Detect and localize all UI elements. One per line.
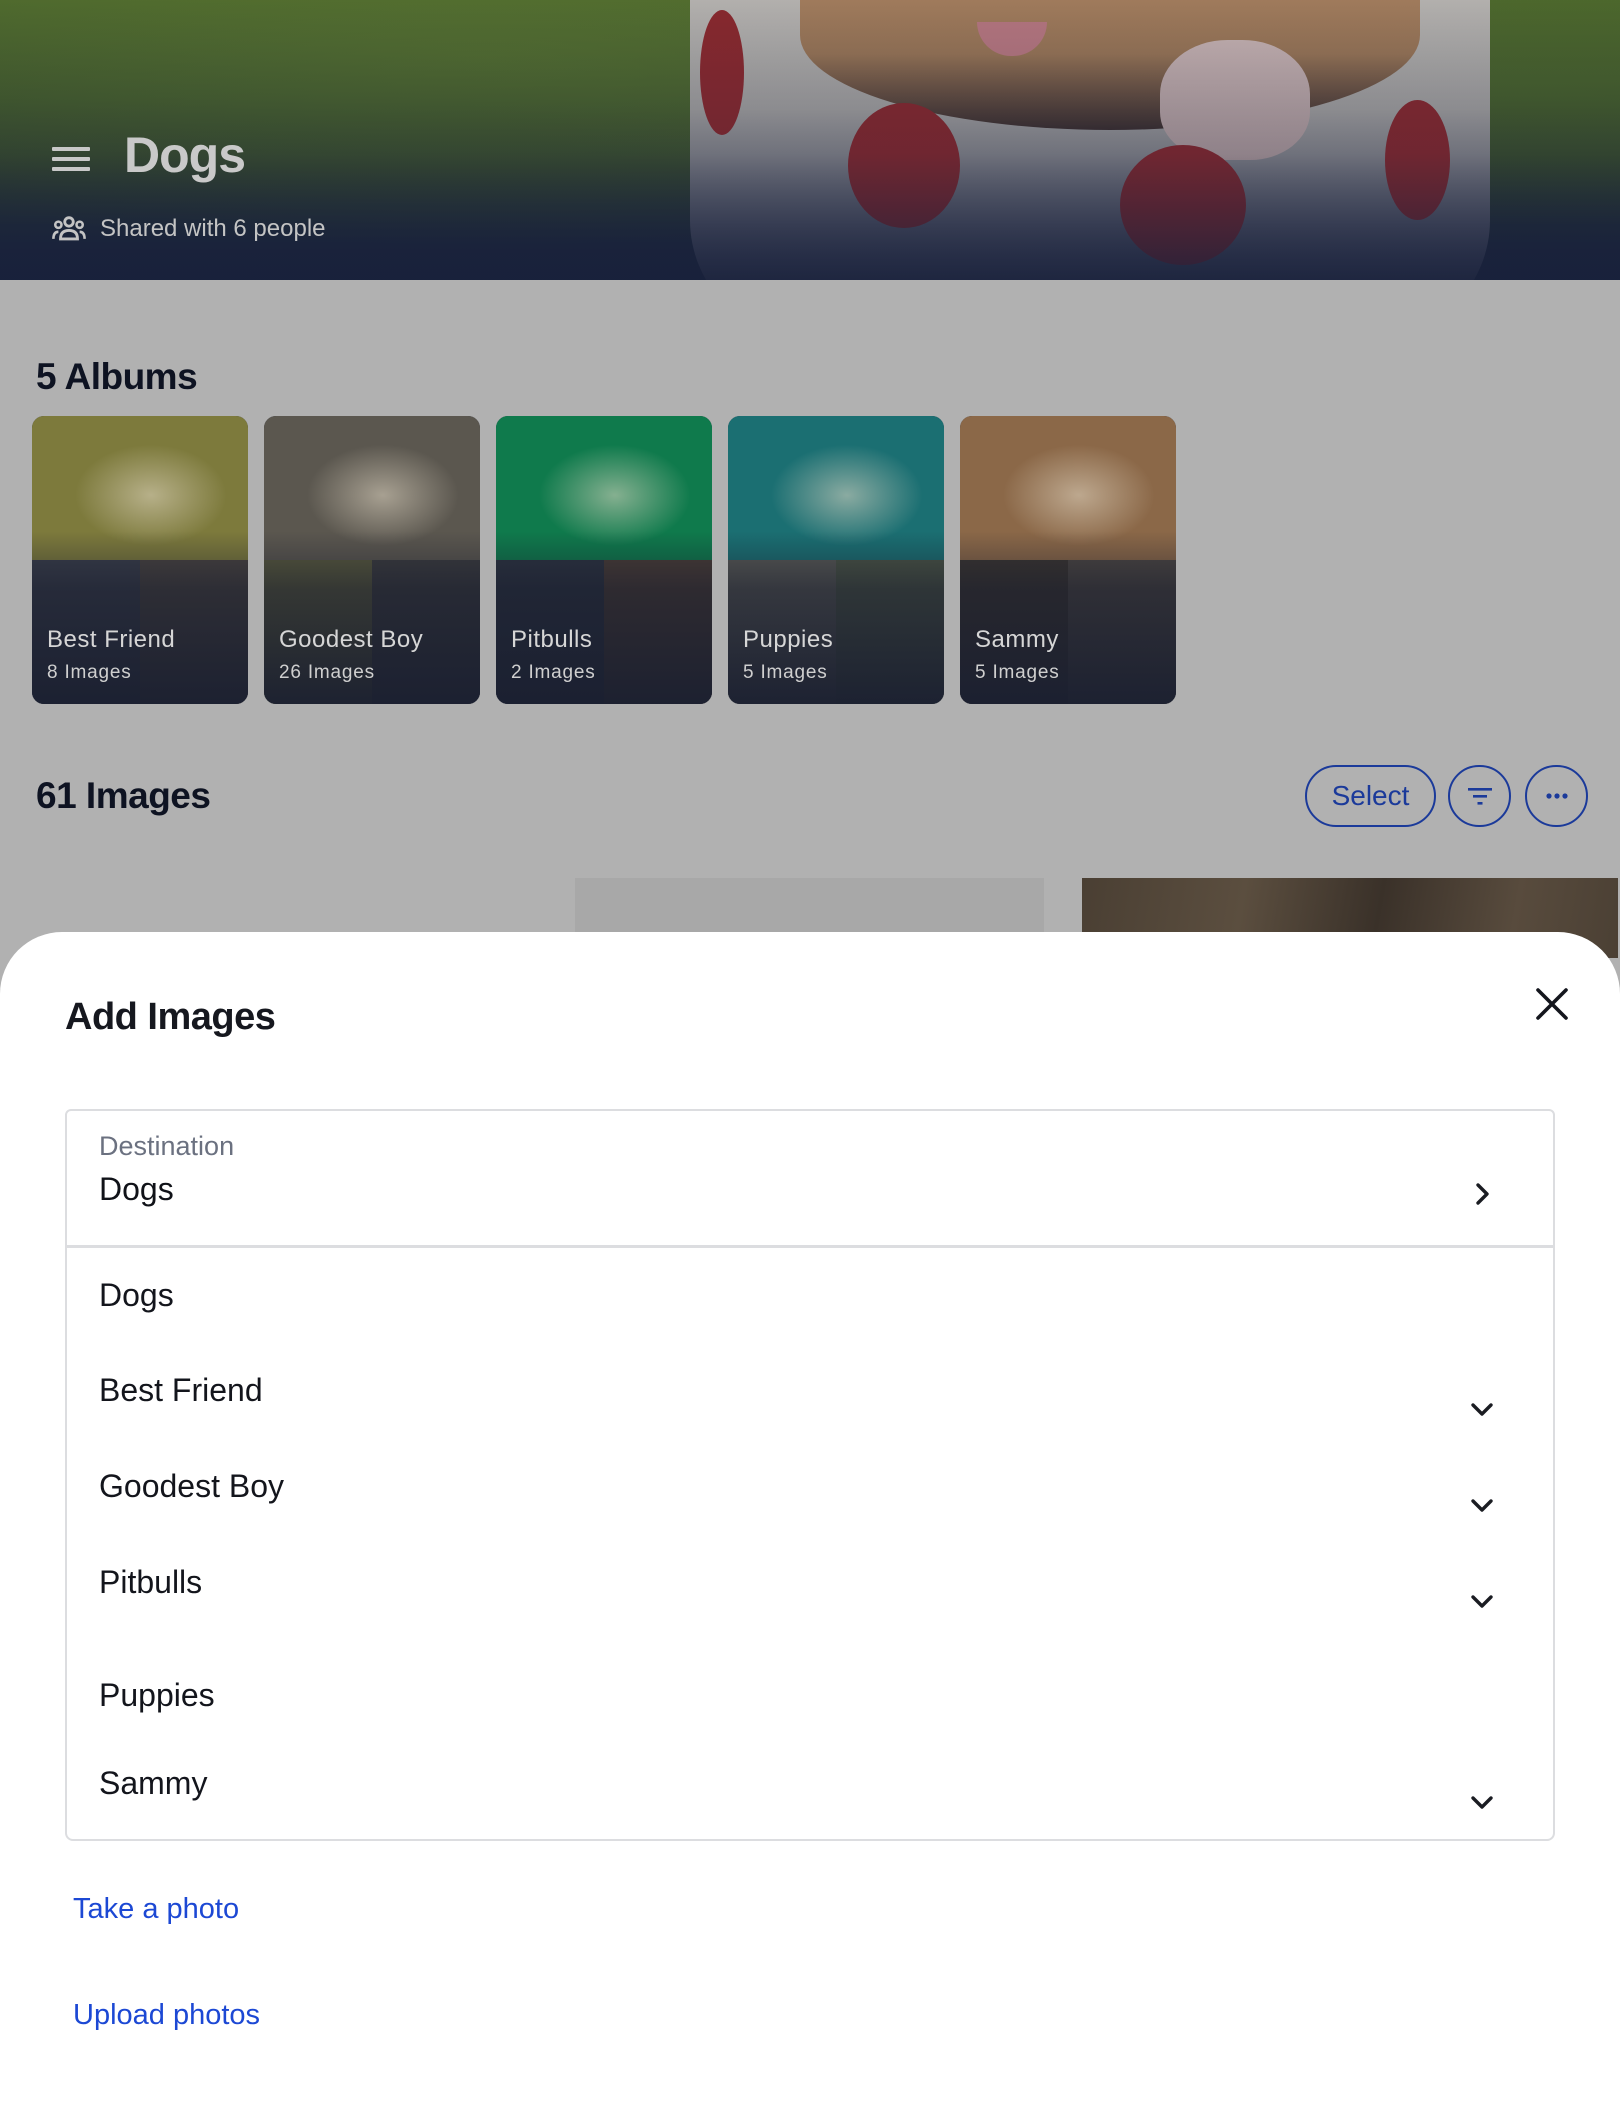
add-images-sheet: Add Images Destination Dogs Dogs Best Fri… (0, 932, 1620, 2120)
select-button[interactable]: Select (1305, 765, 1436, 827)
more-horizontal-icon (1545, 793, 1568, 799)
chevron-down-icon[interactable] (1467, 1394, 1497, 1424)
chevron-down-icon[interactable] (1467, 1490, 1497, 1520)
album-name: Best Friend (47, 626, 176, 653)
album-card[interactable]: Puppies 5 Images (728, 416, 944, 704)
album-count: 5 Images (975, 662, 1060, 683)
hamburger-menu-icon-bar (52, 157, 90, 161)
album-card[interactable]: Pitbulls 2 Images (496, 416, 712, 704)
album-card[interactable]: Best Friend 8 Images (32, 416, 248, 704)
album-card[interactable]: Sammy 5 Images (960, 416, 1176, 704)
album-overlay (496, 416, 712, 704)
album-overlay (32, 416, 248, 704)
destination-folder-list: Dogs Best Friend Goodest Boy Pitbulls Puppie… (65, 1245, 1555, 1841)
folder-label: Pitbulls (99, 1564, 203, 1600)
more-options-button[interactable] (1525, 765, 1588, 827)
close-button[interactable] (1530, 982, 1574, 1026)
sheet-title: Add Images (65, 996, 276, 1038)
images-heading: 61 Images (36, 775, 211, 816)
shared-with-link[interactable]: Shared with 6 people (52, 214, 326, 244)
folder-list-item[interactable]: Pitbulls (67, 1550, 1553, 1620)
album-count: 2 Images (511, 662, 596, 683)
hamburger-menu-icon (52, 147, 90, 151)
chevron-down-icon[interactable] (1467, 1787, 1497, 1817)
folder-label: Goodest Boy (99, 1468, 284, 1504)
folder-label: Sammy (99, 1765, 208, 1801)
album-count: 5 Images (743, 662, 828, 683)
album-overlay (728, 416, 944, 704)
folder-list-item[interactable]: Goodest Boy (67, 1454, 1553, 1524)
folder-label: Dogs (99, 1277, 174, 1313)
folder-list-item[interactable]: Puppies (67, 1663, 1553, 1733)
album-name: Sammy (975, 626, 1059, 653)
folder-list-item[interactable]: Best Friend (67, 1358, 1553, 1428)
album-count: 26 Images (279, 662, 375, 683)
album-name: Goodest Boy (279, 626, 424, 653)
menu-button[interactable] (48, 140, 94, 180)
chevron-down-icon[interactable] (1467, 1586, 1497, 1616)
upload-photos-link[interactable]: Upload photos (73, 1999, 260, 2032)
filter-icon (1467, 788, 1492, 805)
albums-heading: 5 Albums (36, 356, 198, 397)
album-name: Pitbulls (511, 626, 593, 653)
shared-text: Shared with 6 people (100, 215, 326, 242)
page-title: Dogs (124, 127, 246, 183)
album-list: Best Friend 8 Images Goodest Boy 26 Images P… (32, 416, 1176, 704)
folder-list-item[interactable]: Sammy (67, 1751, 1553, 1821)
chevron-right-icon (1476, 1183, 1489, 1205)
folder-list-item[interactable]: Dogs (67, 1263, 1553, 1333)
album-overlay (960, 416, 1176, 704)
album-count: 8 Images (47, 662, 132, 683)
take-photo-link[interactable]: Take a photo (73, 1893, 239, 1926)
album-overlay (264, 416, 480, 704)
destination-value: Dogs (99, 1171, 174, 1207)
destination-label: Destination (99, 1131, 235, 1161)
filter-button[interactable] (1448, 765, 1511, 827)
folder-label: Best Friend (99, 1372, 263, 1408)
group-icon (52, 216, 86, 241)
folder-label: Puppies (99, 1677, 215, 1713)
album-header: Dogs Shared with 6 people (0, 0, 1620, 280)
destination-selector[interactable]: Destination Dogs (65, 1109, 1555, 1247)
album-name: Puppies (743, 626, 834, 653)
hamburger-menu-icon-bar (52, 167, 90, 171)
close-icon (1536, 988, 1568, 1020)
album-card[interactable]: Goodest Boy 26 Images (264, 416, 480, 704)
